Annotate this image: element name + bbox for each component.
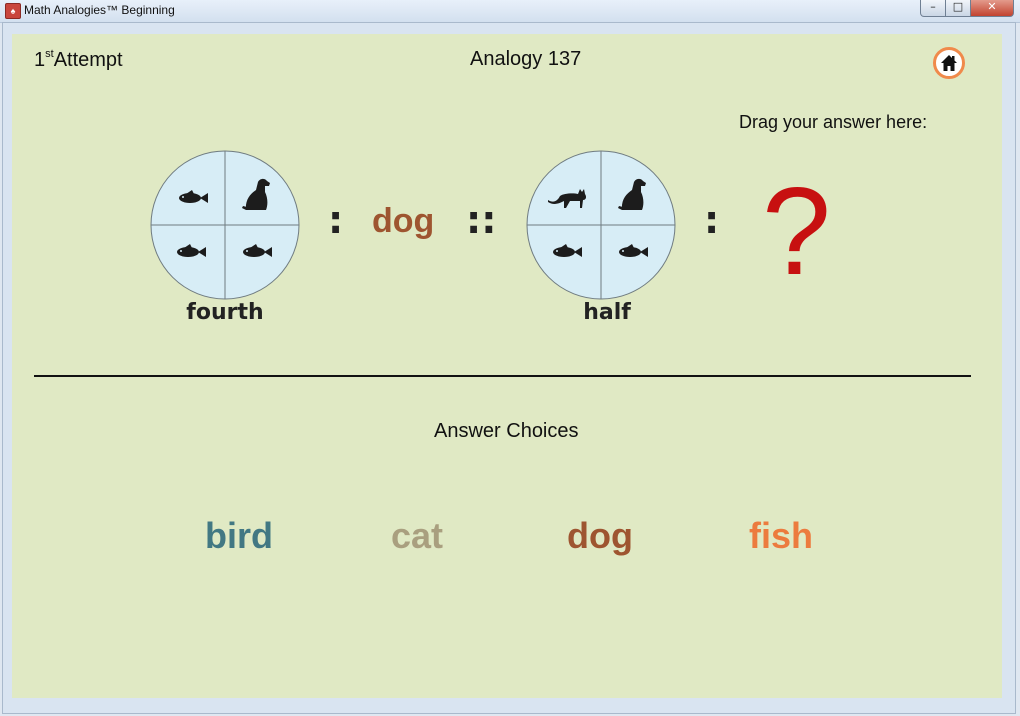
attempt-label: 1stAttempt bbox=[34, 48, 123, 72]
window-titlebar[interactable]: ♠ Math Analogies™ Beginning – □ ✕ bbox=[0, 0, 1020, 23]
maximize-button[interactable]: □ bbox=[946, 0, 971, 17]
caption-fourth: fourth bbox=[186, 300, 264, 325]
answer-choice-bird[interactable]: bird bbox=[205, 515, 273, 557]
circle-fourth bbox=[150, 150, 300, 300]
home-icon bbox=[941, 55, 957, 71]
colon-separator: : bbox=[328, 198, 344, 242]
attempt-ordinal: st bbox=[45, 48, 54, 60]
app-icon: ♠ bbox=[5, 3, 21, 19]
window-controls: – □ ✕ bbox=[920, 0, 1014, 18]
analogy-title: Analogy 137 bbox=[470, 48, 582, 70]
minimize-button[interactable]: – bbox=[920, 0, 946, 17]
answer-choices-title: Answer Choices bbox=[434, 420, 579, 442]
answer-choice-dog[interactable]: dog bbox=[567, 515, 633, 557]
attempt-text: Attempt bbox=[53, 49, 123, 71]
game-panel: 1stAttempt Analogy 137 Drag your answer … bbox=[12, 34, 1002, 698]
caption-half: half bbox=[583, 300, 631, 325]
answer-choice-fish[interactable]: fish bbox=[749, 515, 813, 557]
colon-separator: : bbox=[704, 198, 720, 242]
close-button[interactable]: ✕ bbox=[971, 0, 1014, 17]
answer-choice-cat[interactable]: cat bbox=[391, 515, 443, 557]
answer-drop-zone[interactable]: ? bbox=[762, 170, 831, 294]
home-button[interactable] bbox=[933, 47, 965, 79]
window-title: Math Analogies™ Beginning bbox=[24, 3, 175, 17]
attempt-number: 1 bbox=[34, 49, 46, 71]
drag-instruction: Drag your answer here: bbox=[739, 112, 928, 132]
analogy-word: dog bbox=[372, 202, 435, 240]
double-colon-separator: :: bbox=[466, 198, 497, 242]
circle-half bbox=[526, 150, 676, 300]
divider bbox=[34, 375, 971, 377]
